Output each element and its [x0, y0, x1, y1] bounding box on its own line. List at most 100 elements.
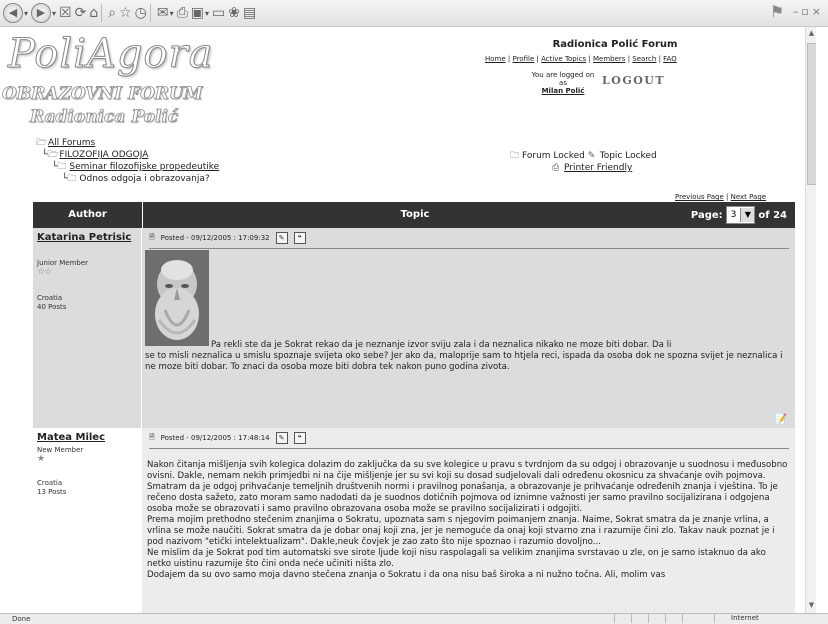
nav-members-link[interactable]: Members: [593, 55, 625, 63]
post-body: se to misli neznalica u smislu spoznaje …: [145, 351, 783, 372]
member-country: Croatia: [37, 294, 63, 302]
previous-page-link[interactable]: Previous Page: [675, 193, 724, 201]
category-link[interactable]: FILOZOFIJA ODGOJA: [59, 150, 148, 160]
rank-stars: ★: [37, 454, 45, 464]
favorites-icon[interactable]: ☆: [119, 4, 132, 22]
printer-icon[interactable]: ⎙: [552, 162, 564, 174]
member-rank: Junior Member: [37, 259, 89, 267]
print-icon[interactable]: ⎙: [177, 4, 188, 22]
post-date: Posted - 09/12/2005 : 17:48:14: [160, 434, 270, 442]
table-row: Katarina Petrisic Junior Member ☆☆ Croat…: [33, 228, 795, 428]
forum-link[interactable]: Seminar filozofijske propedeutike: [69, 162, 219, 172]
status-pane: [614, 614, 631, 623]
lock-legend: 🗀 Forum Locked ✎ Topic Locked ⎙ Printer Fri…: [510, 150, 657, 174]
status-pane: [682, 614, 699, 623]
topic-locked-icon: 🗀: [67, 174, 77, 184]
printer-friendly-link[interactable]: Printer Friendly: [564, 163, 632, 173]
edit-post-icon[interactable]: ✎: [275, 232, 288, 244]
quote-icon[interactable]: 📝: [775, 414, 787, 425]
forum-locked-icon: 🗀: [57, 162, 67, 172]
post-header: 🗎 Posted - 09/12/2005 : 17:09:32 ✎ ❝: [149, 232, 306, 244]
edit-icon[interactable]: ▣: [191, 4, 204, 22]
member-rank: New Member: [37, 446, 84, 454]
member-post-count: 40 Posts: [37, 303, 67, 311]
logout-button[interactable]: LOGOUT: [602, 74, 665, 87]
author-name-link[interactable]: Matea Milec: [37, 432, 137, 444]
security-zone: Internet: [714, 614, 814, 623]
breadcrumb-category: └🗁FILOZOFIJA ODGOJA: [42, 150, 149, 160]
post-divider: [149, 448, 789, 449]
post-icon: 🗎: [149, 432, 155, 441]
search-icon[interactable]: ⌕: [108, 4, 116, 22]
post-icon: 🗎: [149, 232, 155, 241]
page-select-value: 3: [730, 210, 737, 220]
nav-home-link[interactable]: Home: [485, 55, 506, 63]
history-icon[interactable]: ◷: [135, 4, 147, 22]
folder-open-icon: 🗁: [47, 150, 59, 160]
post-divider: [149, 248, 789, 249]
home-icon[interactable]: ⌂: [89, 4, 98, 22]
site-logo-subtitle-2: Radionica Polić: [30, 107, 179, 128]
status-pane: [648, 614, 665, 623]
forum-locked-label: Forum Locked: [522, 151, 585, 161]
site-logo[interactable]: PoliAgora: [8, 31, 214, 78]
reply-with-quote-icon[interactable]: ❝: [293, 432, 306, 444]
messenger-icon[interactable]: ❀: [228, 4, 240, 22]
topic-locked-label: Topic Locked: [599, 151, 657, 161]
author-name-link[interactable]: Katarina Petrisic: [37, 232, 137, 244]
post-cell: 🗎 Posted - 09/12/2005 : 17:09:32 ✎ ❝ Pa …: [143, 228, 795, 428]
all-forums-link[interactable]: All Forums: [48, 138, 95, 148]
mail-icon[interactable]: ✉: [157, 4, 169, 22]
forward-icon[interactable]: ▶: [31, 3, 52, 23]
rank-stars: ☆☆: [37, 267, 52, 277]
post-body: Nakon čitanja mišljenja svih kolegica do…: [147, 460, 788, 580]
nav-active-topics-link[interactable]: Active Topics: [541, 55, 586, 63]
edit-post-icon[interactable]: ✎: [275, 432, 288, 444]
topic-label: Odnos odgoja i obrazovanja?: [79, 174, 210, 184]
refresh-icon[interactable]: ⟳: [75, 4, 87, 22]
member-post-count: 13 Posts: [37, 488, 67, 496]
nav-search-link[interactable]: Search: [632, 55, 656, 63]
browser-toolbar: ◀ ▾ ▶ ▾ ☒ ⟳ ⌂ ⌕ ☆ ◷ ✉ ▾ ⎙ ▣ ▾ ▭ ❀ ▤ ⚑ –▫…: [0, 0, 828, 27]
author-column-header: Author: [33, 202, 143, 228]
toolbar-separator: [101, 4, 103, 22]
logged-prefix: You are logged on as: [531, 71, 595, 87]
post-cell: 🗎 Posted - 09/12/2005 : 17:48:14 ✎ ❝ Nak…: [143, 428, 795, 613]
discuss-icon[interactable]: ▭: [212, 4, 225, 22]
member-country: Croatia: [37, 479, 63, 487]
author-cell: Katarina Petrisic Junior Member ☆☆ Croat…: [33, 228, 142, 428]
folder-open-icon: 🗁: [36, 138, 48, 148]
status-pane: [631, 614, 648, 623]
next-page-link[interactable]: Next Page: [731, 193, 766, 201]
topic-table-header: Author Topic Page: 3 ▼ of 24: [33, 202, 795, 228]
breadcrumb-topic: └🗀 Odnos odgoja i obrazovanja?: [62, 174, 210, 184]
post-body-line1: Pa rekli ste da je Sokrat rekao da je ne…: [211, 340, 672, 350]
chevron-down-icon[interactable]: ▼: [740, 208, 755, 222]
status-text: Done: [12, 615, 31, 623]
scroll-thumb[interactable]: [807, 43, 816, 185]
logged-user-link[interactable]: Milan Polić: [528, 87, 598, 95]
page-select[interactable]: 3 ▼: [725, 206, 756, 224]
breadcrumb-forum: └🗀 Seminar filozofijske propedeutike: [52, 162, 220, 172]
edit-dropdown-icon[interactable]: ▾: [205, 9, 209, 18]
status-pane: [665, 614, 682, 623]
page-label: Page:: [690, 209, 723, 221]
window-controls[interactable]: –▫×: [793, 5, 824, 18]
page-total: of 24: [758, 209, 787, 221]
scroll-down-icon[interactable]: ▼: [807, 601, 816, 611]
author-cell: Matea Milec New Member ★ Croatia 13 Post…: [33, 428, 142, 613]
site-logo-subtitle: OBRAZOVNI FORUM: [2, 84, 203, 105]
top-navigation: Home | Profile | Active Topics | Members…: [485, 55, 677, 63]
back-icon[interactable]: ◀: [3, 3, 23, 23]
forward-dropdown-icon[interactable]: ▾: [52, 9, 56, 18]
vertical-scrollbar[interactable]: ▲ ▼: [805, 27, 816, 613]
scroll-up-icon[interactable]: ▲: [807, 29, 816, 39]
nav-faq-link[interactable]: FAQ: [663, 55, 677, 63]
stop-icon[interactable]: ☒: [59, 4, 72, 22]
back-dropdown-icon[interactable]: ▾: [24, 9, 28, 18]
mail-dropdown-icon[interactable]: ▾: [170, 9, 174, 18]
page-selector: Page: 3 ▼ of 24: [691, 206, 787, 224]
nav-profile-link[interactable]: Profile: [512, 55, 534, 63]
reply-with-quote-icon[interactable]: ❝: [293, 232, 306, 244]
research-icon[interactable]: ▤: [243, 4, 256, 22]
